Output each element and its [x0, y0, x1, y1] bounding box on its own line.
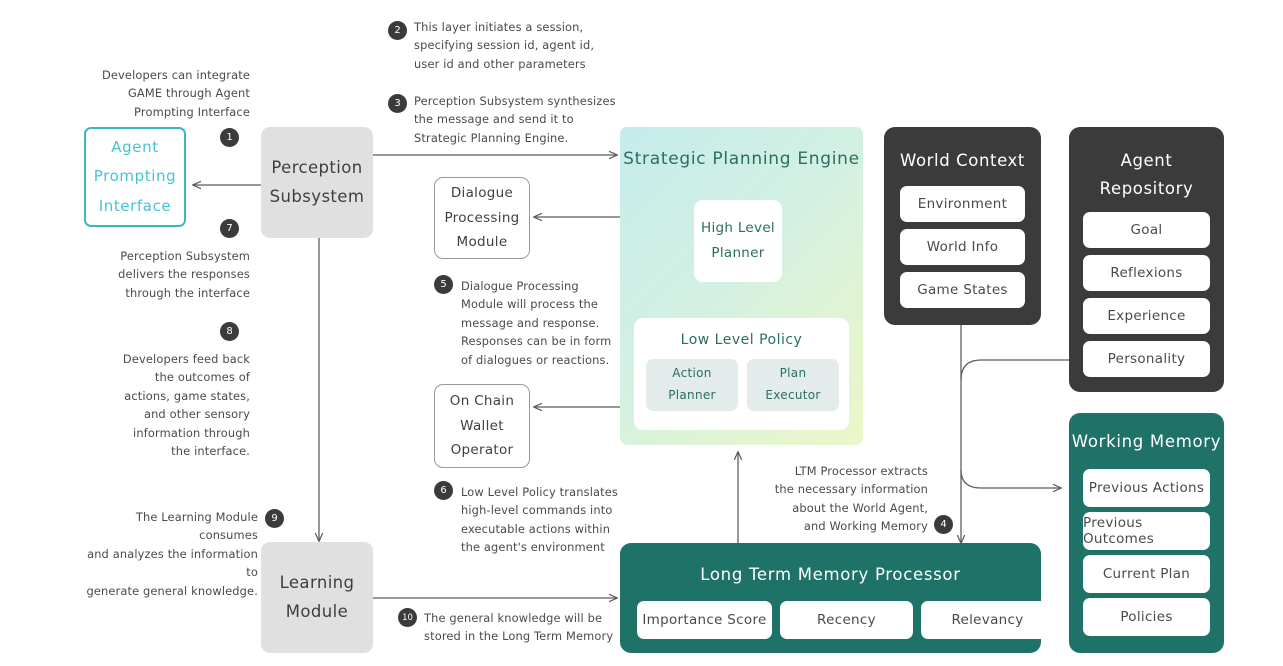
annotation-1-badge: 1	[220, 128, 239, 147]
working-memory-item-previous-actions[interactable]: Previous Actions	[1083, 469, 1210, 507]
item-label: Relevancy	[951, 612, 1024, 628]
item-label: Personality	[1107, 351, 1186, 367]
ltm-item-importance-score[interactable]: Importance Score	[637, 601, 772, 639]
agent-repository-item-personality[interactable]: Personality	[1083, 341, 1210, 377]
annotation-2-badge: 2	[388, 21, 407, 40]
annotation-5-badge: 5	[434, 275, 453, 294]
annotation-5-text: Dialogue Processing Module will process …	[461, 279, 612, 367]
node-label: High Level Planner	[701, 220, 775, 261]
annotation-4-badge: 4	[934, 515, 953, 534]
world-context-item-world-info[interactable]: World Info	[900, 229, 1025, 265]
agent-repository-item-experience[interactable]: Experience	[1083, 298, 1210, 334]
annotation-7-badge: 7	[220, 219, 239, 238]
node-action-planner[interactable]: Action Planner	[646, 359, 738, 411]
annotation-1-text: Developers can integrate GAME through Ag…	[101, 68, 250, 119]
annotation-8-text: Developers feed back the outcomes of act…	[122, 352, 250, 459]
working-memory-item-current-plan[interactable]: Current Plan	[1083, 555, 1210, 593]
agent-repository-item-reflexions[interactable]: Reflexions	[1083, 255, 1210, 291]
annotation-6-badge: 6	[434, 481, 453, 500]
item-label: Previous Actions	[1088, 480, 1205, 496]
node-label: Plan Executor	[765, 366, 821, 402]
panel-world-context: World Context Environment World Info Gam…	[884, 127, 1041, 325]
item-label: Current Plan	[1102, 566, 1191, 582]
item-label: Game States	[917, 282, 1008, 298]
item-label: Goal	[1130, 222, 1163, 238]
annotation-10-text: The general knowledge will be stored in …	[424, 611, 614, 644]
item-label: Previous Outcomes	[1083, 515, 1155, 547]
annotation-6-text: Low Level Policy translates high-level c…	[461, 485, 619, 555]
diagram-canvas: Agent Prompting Interface Perception Sub…	[0, 0, 1283, 666]
node-dialogue-processing-module[interactable]: Dialogue Processing Module	[434, 177, 530, 259]
panel-agent-repository: Agent Repository Goal Reflexions Experie…	[1069, 127, 1224, 392]
annotation-2-text: This layer initiates a session, specifyi…	[414, 20, 595, 71]
annotation-9-text: The Learning Module consumes and analyze…	[86, 510, 258, 598]
item-label: Policies	[1120, 609, 1173, 625]
node-learning-module[interactable]: Learning Module	[261, 542, 373, 653]
item-label: Recency	[817, 612, 876, 628]
item-label: Importance Score	[642, 612, 767, 628]
node-label: Dialogue Processing Module	[444, 184, 520, 251]
ltm-item-recency[interactable]: Recency	[780, 601, 913, 639]
low-level-policy-title: Low Level Policy	[680, 332, 803, 348]
node-high-level-planner[interactable]: High Level Planner	[694, 200, 782, 282]
annotation-4-text: LTM Processor extracts the necessary inf…	[774, 464, 928, 534]
panel-title: Long Term Memory Processor	[700, 565, 961, 584]
node-agent-prompting-interface[interactable]: Agent Prompting Interface	[84, 127, 186, 227]
panel-title: Agent Repository	[1099, 151, 1194, 199]
world-context-item-environment[interactable]: Environment	[900, 186, 1025, 222]
item-label: Experience	[1107, 308, 1186, 324]
node-on-chain-wallet-operator[interactable]: On Chain Wallet Operator	[434, 384, 530, 468]
node-label: Learning Module	[279, 572, 355, 621]
world-context-item-game-states[interactable]: Game States	[900, 272, 1025, 308]
panel-title: Strategic Planning Engine	[623, 149, 860, 169]
node-plan-executor[interactable]: Plan Executor	[747, 359, 839, 411]
node-label: Agent Prompting Interface	[93, 138, 177, 215]
annotation-3-text: Perception Subsystem synthesizes the mes…	[414, 94, 616, 145]
item-label: World Info	[926, 239, 999, 255]
working-memory-item-previous-outcomes[interactable]: Previous Outcomes	[1083, 512, 1210, 550]
annotation-7-text: Perception Subsystem delivers the respon…	[118, 249, 250, 300]
node-perception-subsystem[interactable]: Perception Subsystem	[261, 127, 373, 238]
item-label: Reflexions	[1110, 265, 1183, 281]
annotation-9-badge: 9	[265, 509, 284, 528]
node-label: Perception Subsystem	[269, 157, 365, 206]
panel-strategic-planning-engine: Strategic Planning Engine High Level Pla…	[620, 127, 863, 445]
wire-agentrepo-to-trunk	[960, 359, 1069, 381]
wire-trunk-to-workingmemory	[960, 469, 1061, 488]
node-low-level-policy[interactable]: Low Level Policy Action Planner Plan Exe…	[634, 318, 849, 430]
panel-long-term-memory-processor: Long Term Memory Processor Importance Sc…	[620, 543, 1054, 653]
panel-working-memory: Working Memory Previous Actions Previous…	[1069, 413, 1224, 653]
panel-title: World Context	[900, 151, 1025, 170]
ltm-item-relevancy[interactable]: Relevancy	[921, 601, 1054, 639]
panel-title: Working Memory	[1071, 432, 1222, 451]
annotation-3-badge: 3	[388, 94, 407, 113]
agent-repository-item-goal[interactable]: Goal	[1083, 212, 1210, 248]
node-label: On Chain Wallet Operator	[449, 392, 515, 459]
node-label: Action Planner	[668, 366, 716, 402]
annotation-10-badge: 10	[398, 608, 417, 627]
annotation-8-badge: 8	[220, 322, 239, 341]
working-memory-item-policies[interactable]: Policies	[1083, 598, 1210, 636]
item-label: Environment	[917, 196, 1008, 212]
